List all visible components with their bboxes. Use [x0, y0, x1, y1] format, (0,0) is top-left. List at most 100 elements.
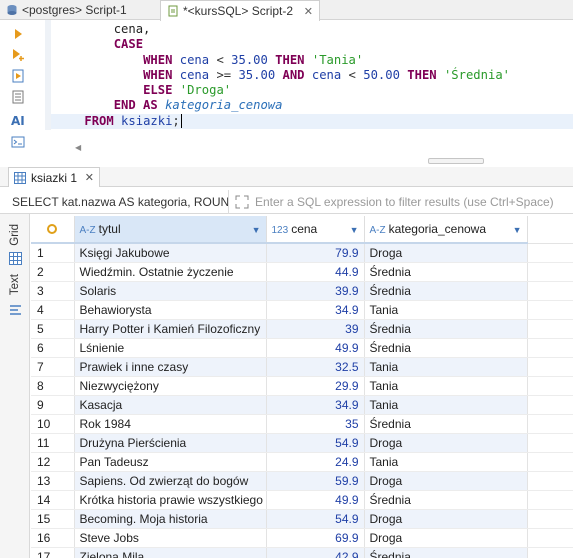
execute-script-icon[interactable] — [10, 68, 26, 84]
cell-kategoria-cenowa[interactable]: Średnia — [364, 319, 528, 339]
cell-tytul[interactable]: Becoming. Moja historia — [74, 509, 267, 529]
chevron-down-icon[interactable]: ▼ — [513, 225, 522, 235]
code-line[interactable]: END AS kategoria_cenowa — [55, 98, 573, 113]
table-row[interactable]: 4 Behawiorysta 34.9 Tania — [31, 300, 573, 320]
cell-cena[interactable]: 54.9 — [266, 433, 365, 453]
cell-cena[interactable]: 49.9 — [266, 490, 365, 510]
filter-input[interactable]: Enter a SQL expression to filter results… — [229, 190, 573, 214]
row-number[interactable]: 17 — [31, 547, 75, 558]
table-row[interactable]: 17 Zielona Mila 42.9 Średnia — [31, 547, 573, 558]
code-line[interactable]: ELSE 'Droga' — [55, 83, 573, 98]
cell-cena[interactable]: 49.9 — [266, 338, 365, 358]
cell-tytul[interactable]: Krótka historia prawie wszystkiego — [74, 490, 267, 510]
cell-kategoria-cenowa[interactable]: Droga — [364, 528, 528, 548]
row-number[interactable]: 8 — [31, 376, 75, 396]
cell-kategoria-cenowa[interactable]: Średnia — [364, 281, 528, 301]
sql-editor[interactable]: cena, CASE WHEN cena < 35.00 THEN 'Tania… — [51, 22, 573, 132]
editor-horizontal-scrollbar[interactable]: ◀ — [75, 143, 570, 153]
row-number-header[interactable] — [31, 216, 75, 244]
code-line[interactable]: WHEN cena >= 35.00 AND cena < 50.00 THEN… — [55, 68, 573, 83]
cell-tytul[interactable]: Prawiek i inne czasy — [74, 357, 267, 377]
table-row[interactable]: 2 Wiedźmin. Ostatnie życzenie 44.9 Średnia — [31, 262, 573, 282]
tab-results-ksiazki[interactable]: ksiazki 1 ✕ — [8, 167, 100, 187]
cell-cena[interactable]: 39 — [266, 319, 365, 339]
table-row[interactable]: 8 Niezwyciężony 29.9 Tania — [31, 376, 573, 396]
ai-assistant-icon[interactable]: AI — [10, 112, 26, 128]
cell-tytul[interactable]: Solaris — [74, 281, 267, 301]
row-number[interactable]: 15 — [31, 509, 75, 529]
cell-tytul[interactable]: Pan Tadeusz — [74, 452, 267, 472]
execute-statement-icon[interactable] — [10, 26, 26, 42]
table-row[interactable]: 12 Pan Tadeusz 24.9 Tania — [31, 452, 573, 472]
row-number[interactable]: 4 — [31, 300, 75, 320]
table-row[interactable]: 1 Księgi Jakubowe 79.9 Droga — [31, 243, 573, 263]
row-number[interactable]: 10 — [31, 414, 75, 434]
row-number[interactable]: 13 — [31, 471, 75, 491]
cell-kategoria-cenowa[interactable]: Tania — [364, 300, 528, 320]
cell-tytul[interactable]: Behawiorysta — [74, 300, 267, 320]
cell-cena[interactable]: 32.5 — [266, 357, 365, 377]
cell-cena[interactable]: 35 — [266, 414, 365, 434]
code-line[interactable]: WHEN cena < 35.00 THEN 'Tania' — [55, 53, 573, 68]
cell-kategoria-cenowa[interactable]: Droga — [364, 509, 528, 529]
cell-cena[interactable]: 69.9 — [266, 528, 365, 548]
table-row[interactable]: 10 Rok 1984 35 Średnia — [31, 414, 573, 434]
cell-tytul[interactable]: Rok 1984 — [74, 414, 267, 434]
cell-cena[interactable]: 59.9 — [266, 471, 365, 491]
code-line[interactable]: FROM ksiazki; — [51, 113, 573, 130]
query-text[interactable]: SELECT kat.nazwa AS kategoria, ROUN — [0, 189, 229, 214]
cell-cena[interactable]: 34.9 — [266, 395, 365, 415]
cell-tytul[interactable]: Wiedźmin. Ostatnie życzenie — [74, 262, 267, 282]
cell-tytul[interactable]: Harry Potter i Kamień Filozoficzny — [74, 319, 267, 339]
table-row[interactable]: 7 Prawiek i inne czasy 32.5 Tania — [31, 357, 573, 377]
row-number[interactable]: 14 — [31, 490, 75, 510]
script-file-icon[interactable] — [10, 89, 26, 105]
cell-cena[interactable]: 44.9 — [266, 262, 365, 282]
cell-kategoria-cenowa[interactable]: Średnia — [364, 414, 528, 434]
row-number[interactable]: 12 — [31, 452, 75, 472]
cell-tytul[interactable]: Niezwyciężony — [74, 376, 267, 396]
execute-statement-new-tab-icon[interactable] — [10, 47, 26, 63]
row-number[interactable]: 6 — [31, 338, 75, 358]
cell-cena[interactable]: 79.9 — [266, 243, 365, 263]
row-number[interactable]: 11 — [31, 433, 75, 453]
cell-cena[interactable]: 29.9 — [266, 376, 365, 396]
table-row[interactable]: 13 Sapiens. Od zwierząt do bogów 59.9 Droga — [31, 471, 573, 491]
panel-splitter[interactable] — [428, 158, 484, 164]
table-row[interactable]: 3 Solaris 39.9 Średnia — [31, 281, 573, 301]
cell-kategoria-cenowa[interactable]: Średnia — [364, 547, 528, 558]
cell-kategoria-cenowa[interactable]: Droga — [364, 471, 528, 491]
code-line[interactable]: cena, — [55, 22, 573, 37]
row-number[interactable]: 3 — [31, 281, 75, 301]
cell-kategoria-cenowa[interactable]: Tania — [364, 357, 528, 377]
sort-reset-icon[interactable] — [47, 224, 58, 234]
table-row[interactable]: 5 Harry Potter i Kamień Filozoficzny 39 Śre… — [31, 319, 573, 339]
cell-kategoria-cenowa[interactable]: Średnia — [364, 338, 528, 358]
grid-icon[interactable] — [6, 250, 24, 266]
row-number[interactable]: 1 — [31, 243, 75, 263]
column-header-cena[interactable]: 123 cena ▼ — [266, 216, 365, 244]
cell-tytul[interactable]: Drużyna Pierścienia — [74, 433, 267, 453]
table-row[interactable]: 16 Steve Jobs 69.9 Droga — [31, 528, 573, 548]
console-icon[interactable] — [10, 134, 26, 150]
table-row[interactable]: 11 Drużyna Pierścienia 54.9 Droga — [31, 433, 573, 453]
close-icon[interactable]: ✕ — [85, 171, 94, 184]
row-number[interactable]: 9 — [31, 395, 75, 415]
cell-cena[interactable]: 42.9 — [266, 547, 365, 558]
cell-tytul[interactable]: Lśnienie — [74, 338, 267, 358]
table-row[interactable]: 9 Kasacja 34.9 Tania — [31, 395, 573, 415]
cell-kategoria-cenowa[interactable]: Tania — [364, 376, 528, 396]
cell-tytul[interactable]: Sapiens. Od zwierząt do bogów — [74, 471, 267, 491]
scroll-left-icon[interactable]: ◀ — [75, 143, 81, 152]
table-row[interactable]: 6 Lśnienie 49.9 Średnia — [31, 338, 573, 358]
results-grid[interactable]: A-Z tytul ▼ 123 cena ▼ A-Z kategoria_cenowa ▼ … — [31, 216, 573, 558]
cell-tytul[interactable]: Księgi Jakubowe — [74, 243, 267, 263]
cell-kategoria-cenowa[interactable]: Droga — [364, 243, 528, 263]
column-header-kategoria-cenowa[interactable]: A-Z kategoria_cenowa ▼ — [364, 216, 528, 244]
chevron-down-icon[interactable]: ▼ — [252, 225, 261, 235]
row-number[interactable]: 16 — [31, 528, 75, 548]
cell-tytul[interactable]: Steve Jobs — [74, 528, 267, 548]
tab-script-2[interactable]: *<kursSQL> Script-2 ✕ — [160, 0, 320, 21]
cell-cena[interactable]: 24.9 — [266, 452, 365, 472]
cell-cena[interactable]: 39.9 — [266, 281, 365, 301]
